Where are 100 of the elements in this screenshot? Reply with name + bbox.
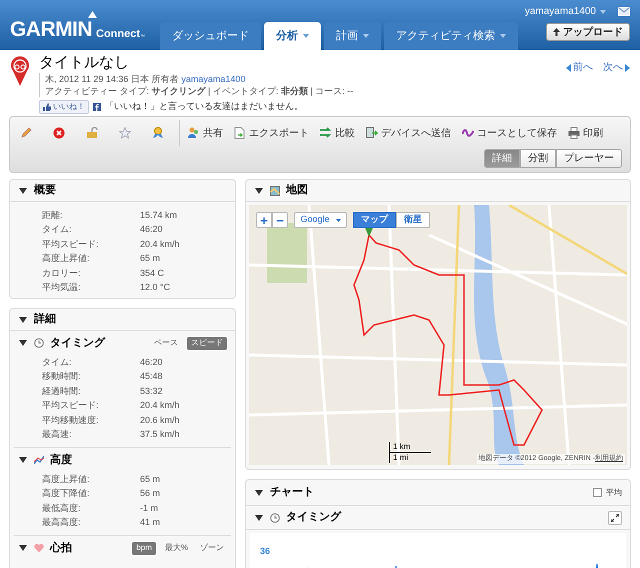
zoom-out-button[interactable]: − — [272, 212, 288, 228]
stat-label: 高度上昇値: — [42, 252, 91, 265]
people-icon — [188, 127, 200, 139]
heart-icon — [34, 543, 44, 553]
unit-toggle[interactable]: ペース — [151, 336, 181, 350]
expand-button[interactable] — [608, 510, 622, 524]
logo-triangle-icon — [88, 11, 97, 18]
right-triangle-icon — [625, 64, 630, 72]
scale-km: 1 km — [389, 442, 431, 453]
section-title: 高度 — [50, 452, 73, 468]
stat-value: 46:20 — [140, 356, 163, 368]
stat-value: 65 m — [140, 472, 160, 486]
axis-label: 36 — [258, 545, 270, 558]
collapse-icon[interactable] — [254, 488, 264, 498]
line-graph-icon — [34, 455, 44, 465]
stat-value: 20.4 km/h — [140, 238, 180, 250]
map-icon — [270, 186, 280, 196]
nav-tab[interactable]: 分析 — [264, 22, 321, 50]
collapse-icon[interactable] — [18, 338, 28, 348]
collapse-icon[interactable] — [18, 186, 28, 196]
stat-value: -1 m — [140, 502, 158, 514]
stat-value: 53:32 — [140, 384, 163, 398]
nav-tab[interactable]: アクティビティ検索 — [384, 22, 518, 50]
stat-value: 15.74 km — [140, 208, 178, 222]
compare-arrows-icon — [320, 127, 332, 139]
stat-value: 56 m — [140, 487, 160, 500]
scale-mi: 1 mi — [389, 453, 455, 463]
stat-label: タイム: — [42, 223, 73, 236]
unit-toggle[interactable]: bpm — [132, 542, 156, 554]
stat-value: 20.6 km/h — [140, 414, 180, 426]
toolbar-button[interactable]: エクスポート — [234, 126, 309, 140]
provider-dropdown[interactable]: Google — [294, 212, 347, 228]
map-type-tab[interactable]: マップ — [353, 212, 396, 228]
collapse-icon[interactable] — [18, 314, 28, 324]
nav-tab[interactable]: 計画 — [324, 22, 381, 50]
stat-value: 354 C — [140, 266, 164, 280]
stat-label: 経過時間: — [42, 384, 82, 398]
view-tab[interactable]: プレーヤー — [556, 149, 622, 168]
clock-icon — [34, 338, 44, 348]
stat-value: 41 m — [140, 516, 160, 529]
toolbar-button[interactable]: 共有 — [188, 126, 223, 140]
stat-value: 46:20 — [140, 223, 163, 236]
collapse-icon[interactable] — [254, 512, 264, 522]
stat-label: 平均スピード: — [42, 238, 100, 250]
map-pin-icon — [10, 56, 30, 86]
logo-subtitle: Connect — [96, 29, 140, 40]
unit-toggle[interactable]: ゾーン — [197, 542, 227, 554]
activity-date-owner: 木, 2012 11 29 14:36 日本 所有者 — [45, 73, 178, 85]
mail-icon[interactable] — [618, 7, 630, 16]
user-menu[interactable]: yamayama1400 — [524, 4, 606, 19]
next-link[interactable]: 次へ — [603, 60, 630, 75]
toolbar-button[interactable]: デバイスへ送信 — [366, 126, 451, 140]
pencil-icon[interactable] — [20, 127, 32, 139]
map-type-tab[interactable]: 衛星 — [396, 212, 430, 228]
panel-title: 詳細 — [34, 312, 56, 328]
view-tab[interactable]: 分割 — [520, 149, 556, 168]
collapse-icon[interactable] — [18, 543, 28, 553]
caret-icon — [336, 218, 341, 222]
stat-value: 37.5 km/h — [140, 428, 180, 441]
award-icon[interactable] — [152, 127, 164, 139]
panel-title: 概要 — [34, 182, 56, 198]
toolbar-button[interactable]: 印刷 — [568, 126, 603, 140]
device-send-icon — [366, 127, 378, 139]
section-title: タイミング — [286, 510, 342, 526]
upload-button[interactable]: アップロード — [546, 23, 630, 41]
clock-icon — [270, 512, 280, 522]
panel-title: チャート — [270, 485, 314, 500]
view-tab[interactable]: 詳細 — [484, 149, 520, 168]
like-button[interactable]: いいね！ — [39, 100, 89, 114]
zoom-in-button[interactable]: + — [256, 212, 272, 228]
stat-label: タイム: — [42, 356, 73, 368]
logo-text: GARMIN — [10, 19, 92, 40]
unit-toggle[interactable]: 最大% — [162, 542, 191, 554]
delete-icon[interactable] — [53, 127, 65, 139]
stat-label: 高度上昇値: — [42, 472, 91, 486]
stat-label: 最低高度: — [42, 502, 82, 514]
star-icon[interactable] — [119, 127, 131, 139]
stat-label: 最高速: — [42, 428, 73, 441]
collapse-icon[interactable] — [18, 455, 28, 465]
section-title: 心拍 — [50, 540, 73, 556]
stat-label: 平均移動速度: — [42, 414, 100, 426]
thumbs-up-icon — [43, 103, 51, 111]
nav-tab[interactable]: ダッシュボード — [160, 22, 261, 50]
unit-toggle[interactable]: スピード — [187, 336, 227, 350]
document-arrow-icon — [234, 127, 246, 139]
collapse-icon[interactable] — [254, 186, 264, 196]
average-checkbox[interactable] — [593, 488, 602, 497]
toolbar-button[interactable]: 比較 — [320, 126, 355, 140]
stat-label: 平均気温: — [42, 281, 82, 294]
toolbar-button[interactable]: コースとして保存 — [462, 126, 557, 140]
section-title: タイミング — [50, 336, 106, 351]
checkbox-label: 平均 — [606, 486, 622, 498]
owner-link[interactable]: yamayama1400 — [181, 73, 246, 85]
printer-icon — [568, 127, 580, 139]
stat-label: 最高高度: — [42, 516, 82, 529]
stat-label: 移動時間: — [42, 370, 82, 383]
activity-title: タイトルなし — [39, 54, 130, 72]
route-squiggle-icon — [462, 127, 474, 139]
like-status-text: 「いいね！」と言っている友達はまだいません。 — [105, 100, 303, 114]
previous-link[interactable]: 前へ — [566, 60, 593, 75]
